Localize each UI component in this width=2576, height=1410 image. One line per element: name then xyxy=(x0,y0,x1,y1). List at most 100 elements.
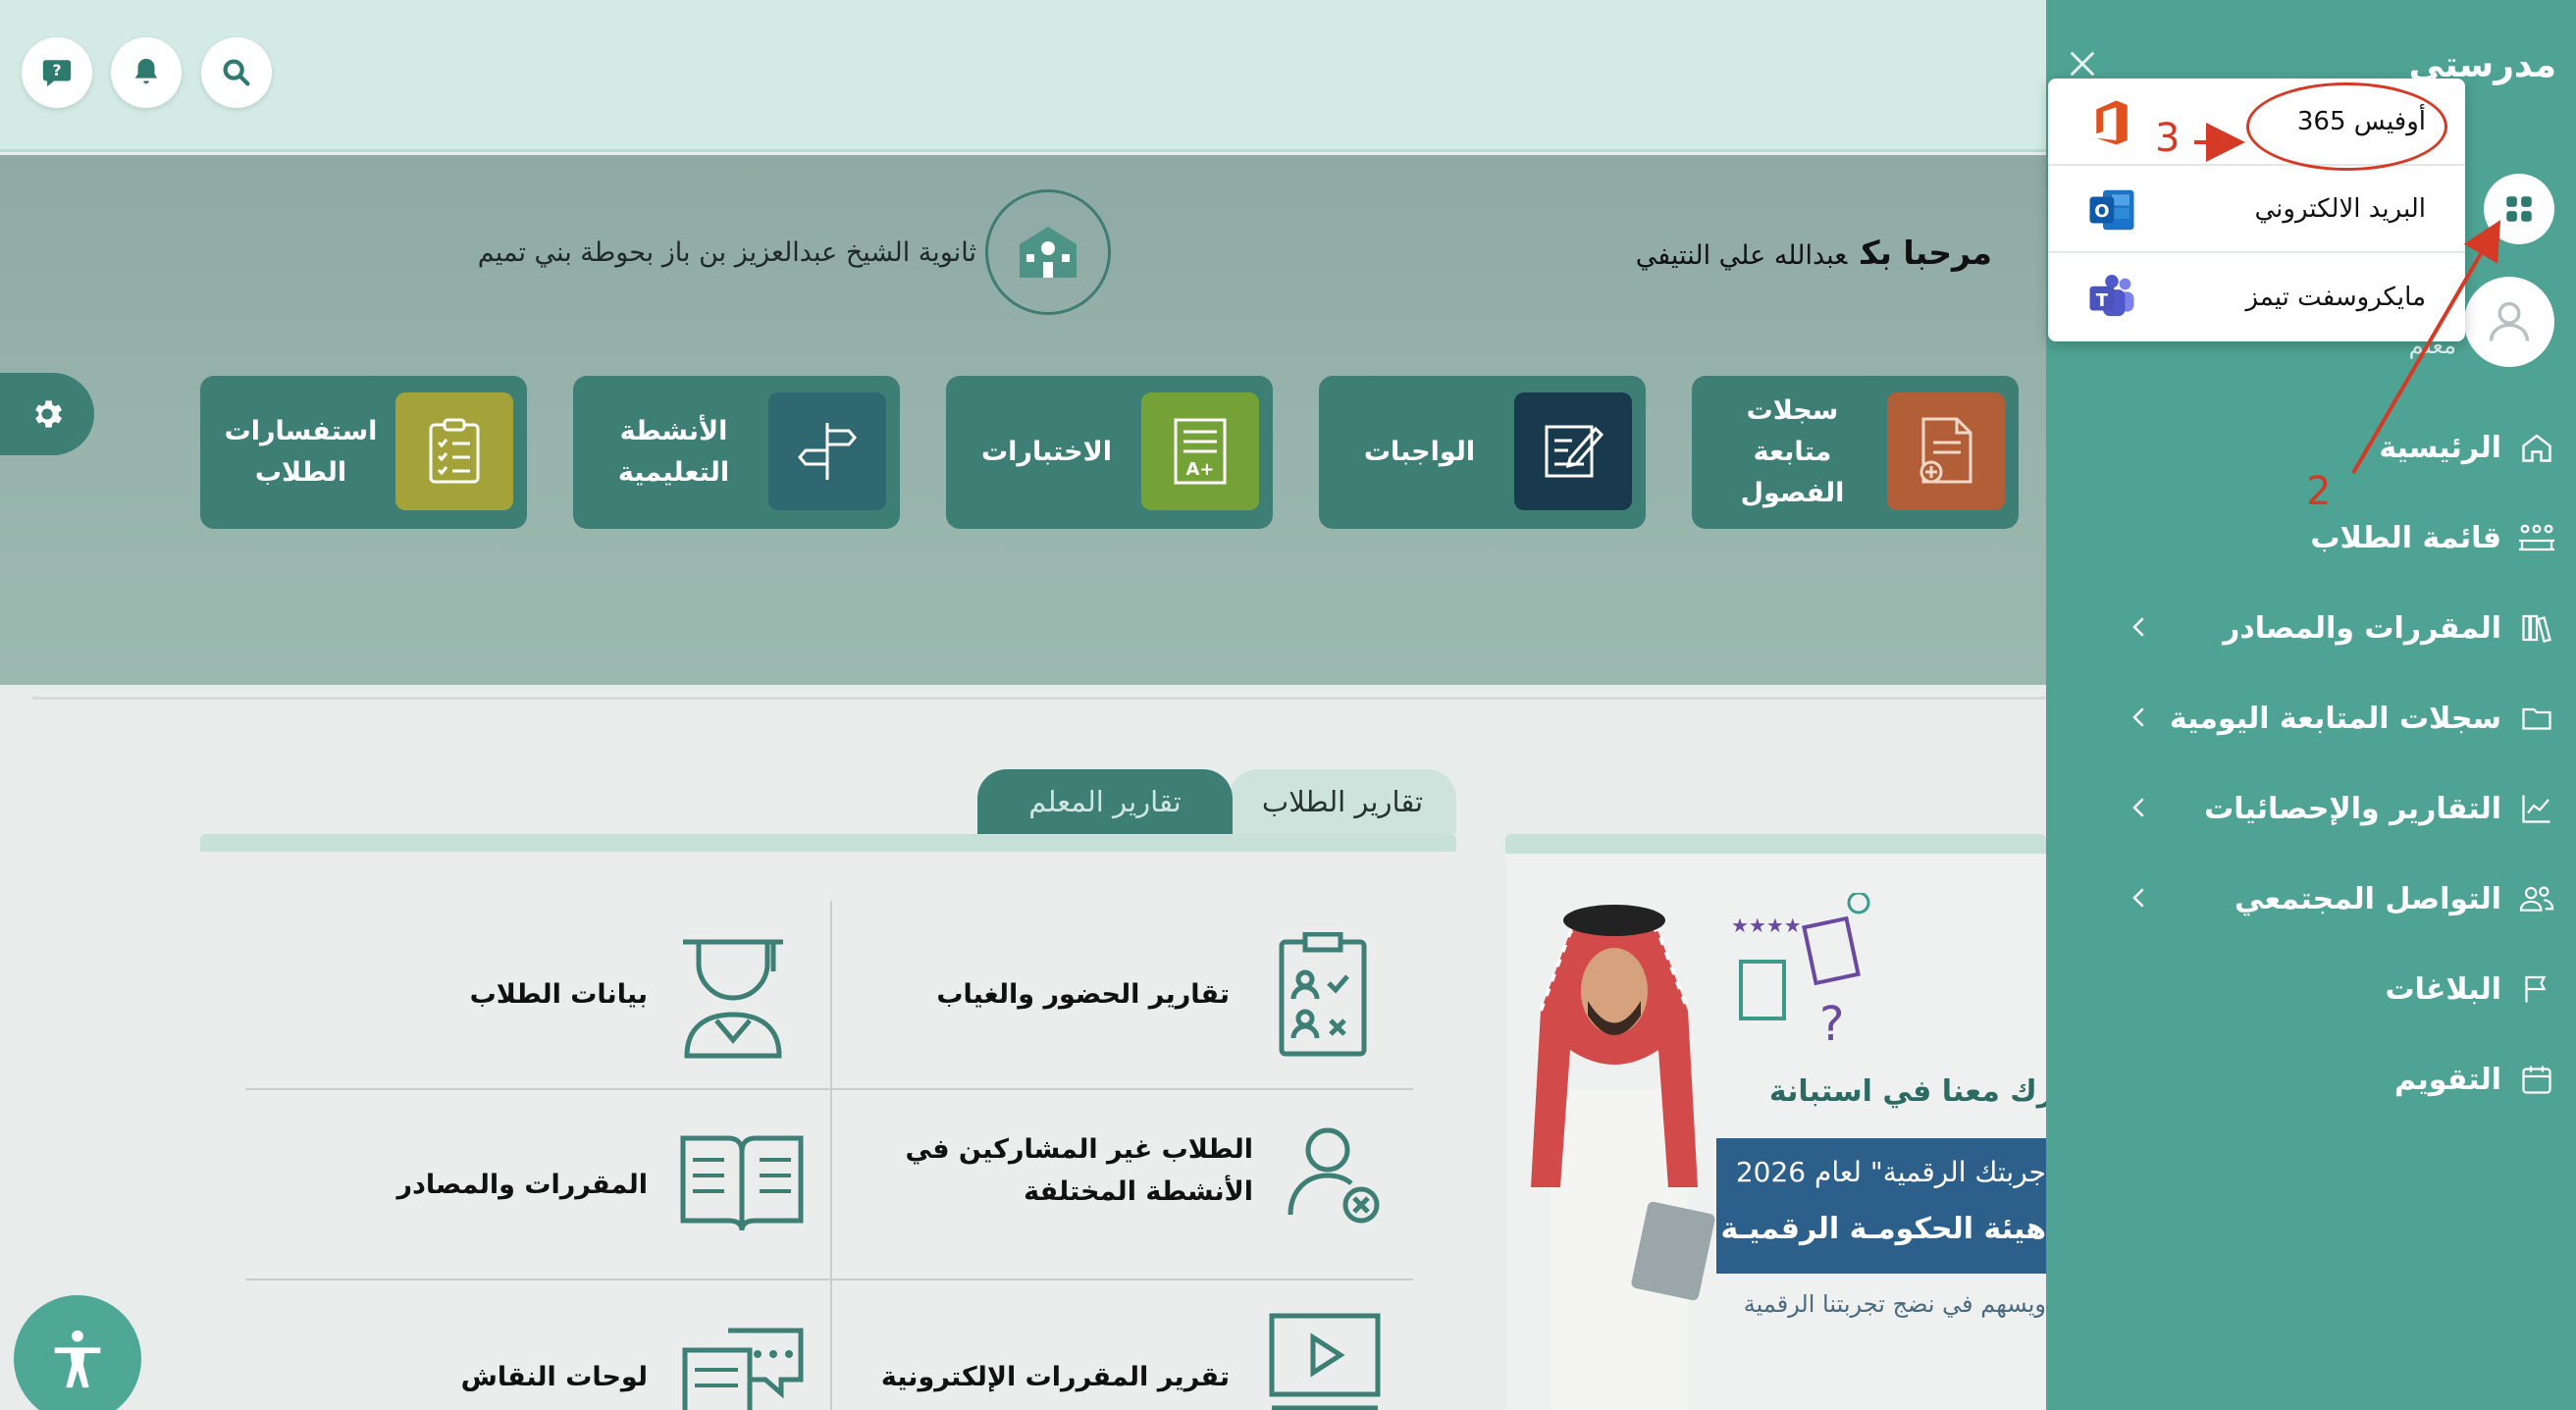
teams-icon: T xyxy=(2089,275,2134,317)
user-name: عبدالله علي النتيفي xyxy=(1635,240,1848,271)
card-label: استفسارات الطلاب xyxy=(224,416,378,488)
avatar[interactable] xyxy=(2464,277,2554,367)
dropdown-item-teams[interactable]: T مايكروسفت تيمز xyxy=(2048,253,2465,340)
card-student-inquiries[interactable]: استفسارات الطلاب xyxy=(200,376,527,529)
flag-icon xyxy=(2515,967,2558,1011)
banner-line2: هيئة الحكومـة الرقميـة xyxy=(1720,1212,2046,1246)
dropdown-item-email[interactable]: O البريد الالكتروني xyxy=(2048,166,2465,253)
chevron-left-icon[interactable] xyxy=(2125,612,2154,642)
card-label: الأنشطة التعليمية xyxy=(617,416,730,488)
chart-icon xyxy=(2515,787,2558,830)
sidebar-item-courses[interactable]: المقررات والمصادر xyxy=(2223,599,2558,657)
books-icon xyxy=(2515,606,2558,650)
survey-banner[interactable]: ? ★★★★ رك معنا في استبانة جربتك الرقمية"… xyxy=(1505,854,2046,1410)
sidebar-item-label: قائمة الطلاب xyxy=(2310,520,2501,555)
user-icon xyxy=(2489,301,2530,341)
outlook-icon: O xyxy=(2089,189,2134,231)
banner-title: رك معنا في استبانة xyxy=(1768,1074,2046,1109)
card-label: الواجبات xyxy=(1363,437,1476,468)
sidebar-item-label: التواصل المجتمعي xyxy=(2234,881,2501,916)
accessibility-button[interactable] xyxy=(14,1295,141,1410)
sidebar-item-label: المقررات والمصادر xyxy=(2223,610,2501,646)
folder-icon xyxy=(2515,697,2558,740)
video-lesson-icon xyxy=(1266,1310,1384,1410)
man-figure-illustration xyxy=(1531,905,1715,1410)
chevron-left-icon[interactable] xyxy=(2125,793,2154,822)
chevron-left-icon[interactable] xyxy=(2125,703,2154,732)
accessibility-icon xyxy=(54,1330,101,1388)
sidebar-item-reports-flags[interactable]: البلاغات xyxy=(2386,960,2558,1018)
svg-text:T: T xyxy=(2096,290,2109,311)
sidebar-item-label: التقويم xyxy=(2394,1062,2501,1097)
card-exams[interactable]: A+ الاختبارات xyxy=(946,376,1273,529)
svg-text:A+: A+ xyxy=(1185,459,1214,480)
clipboard-list-icon xyxy=(395,392,513,510)
dropdown-item-label: مايكروسفت تيمز xyxy=(2245,282,2426,312)
report-courses-resources[interactable]: المقررات والمصادر xyxy=(397,1164,648,1206)
document-plus-icon xyxy=(1887,392,2005,510)
attendance-clipboard-icon xyxy=(1276,931,1370,1062)
signpost-icon xyxy=(768,392,886,510)
report-discussion-boards[interactable]: لوحات النقاش xyxy=(461,1356,648,1398)
dropdown-item-label: البريد الالكتروني xyxy=(2254,193,2426,224)
survey-doodles-illustration: ? ★★★★ xyxy=(1731,893,1870,1052)
bell-icon xyxy=(134,58,158,84)
home-icon xyxy=(2515,426,2558,469)
chevron-left-icon[interactable] xyxy=(2125,883,2154,913)
sidebar-item-community[interactable]: التواصل المجتمعي xyxy=(2234,869,2558,928)
tab-teacher-reports[interactable]: تقارير المعلم xyxy=(977,769,1233,834)
sidebar-item-reports[interactable]: التقارير والإحصائيات xyxy=(2204,779,2558,838)
card-activities[interactable]: الأنشطة التعليمية xyxy=(573,376,900,529)
discussion-icon xyxy=(679,1325,807,1410)
card-label: سجلات متابعة الفصول xyxy=(1740,395,1845,508)
svg-text:★★★★: ★★★★ xyxy=(1731,914,1802,937)
top-bar: ? xyxy=(0,0,2046,152)
annotation-step-3: 3 xyxy=(2155,116,2181,161)
divider xyxy=(32,697,2046,700)
card-label: الاختبارات xyxy=(981,437,1112,468)
school-name: ثانوية الشيخ عبدالعزيز بن باز بحوطة بني … xyxy=(477,237,976,268)
grid-divider xyxy=(245,1279,1413,1280)
annotation-step-2: 2 xyxy=(2306,469,2332,514)
notifications-button[interactable] xyxy=(111,37,182,108)
welcome-text: مرحبا بك عبدالله علي النتيفي xyxy=(1636,234,1992,272)
report-non-participating-students[interactable]: الطلاب غير المشاركين في الأنشطة المختلفة xyxy=(841,1128,1253,1213)
tab-student-reports[interactable]: تقارير الطلاب xyxy=(1229,769,1456,834)
grid-divider xyxy=(830,901,832,1410)
apps-button[interactable] xyxy=(2484,174,2554,244)
gear-icon xyxy=(35,400,63,428)
sidebar-item-label: سجلات المتابعة اليومية xyxy=(2169,701,2501,736)
school-icon xyxy=(1020,227,1077,278)
panel-header xyxy=(200,834,1456,854)
sidebar-item-students[interactable]: قائمة الطلاب xyxy=(2310,508,2558,567)
report-elearning-courses[interactable]: تقرير المقررات الإلكترونية xyxy=(881,1356,1230,1398)
user-remove-icon xyxy=(1281,1121,1389,1232)
graduate-icon xyxy=(677,932,789,1064)
help-chat-icon: ? xyxy=(42,60,72,87)
report-attendance[interactable]: تقارير الحضور والغياب xyxy=(936,973,1230,1016)
welcome-label: مرحبا بك xyxy=(1861,234,1992,272)
banner-header xyxy=(1505,834,2046,854)
close-icon[interactable] xyxy=(2066,47,2099,80)
sidebar-item-label: الرئيسية xyxy=(2379,430,2501,465)
report-student-data[interactable]: بيانات الطلاب xyxy=(470,973,648,1016)
sidebar-item-calendar[interactable]: التقويم xyxy=(2394,1050,2558,1109)
search-icon xyxy=(223,59,250,86)
open-book-icon xyxy=(677,1128,807,1240)
students-icon xyxy=(2515,516,2558,559)
card-class-followup[interactable]: سجلات متابعة الفصول xyxy=(1692,376,2019,529)
sidebar-item-home[interactable]: الرئيسية xyxy=(2379,418,2558,477)
exam-aplus-icon: A+ xyxy=(1141,392,1259,510)
grid-divider xyxy=(245,1088,1413,1090)
card-homework[interactable]: الواجبات xyxy=(1319,376,1646,529)
apps-grid-icon xyxy=(2506,196,2532,222)
svg-text:O: O xyxy=(2094,201,2109,222)
search-button[interactable] xyxy=(201,37,272,108)
sidebar-item-label: التقارير والإحصائيات xyxy=(2204,791,2501,826)
sidebar-item-daily-logs[interactable]: سجلات المتابعة اليومية xyxy=(2170,689,2558,748)
sidebar-item-label: البلاغات xyxy=(2385,971,2501,1007)
school-badge xyxy=(985,189,1111,315)
settings-tab[interactable] xyxy=(0,373,94,455)
banner-line1: جربتك الرقمية" لعام 2026 xyxy=(1735,1156,2046,1188)
help-chat-button[interactable]: ? xyxy=(22,37,92,108)
